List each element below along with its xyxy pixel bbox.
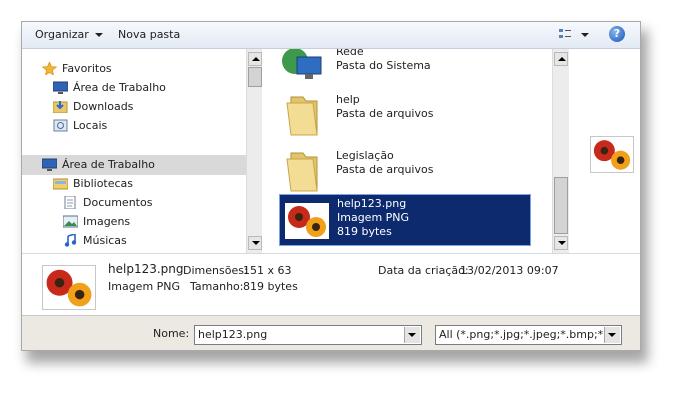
- organize-label: Organizar: [35, 28, 89, 41]
- new-folder-label: Nova pasta: [118, 28, 181, 41]
- file-name: help123.png: [337, 197, 407, 210]
- scroll-down-arrow-icon[interactable]: [554, 236, 568, 250]
- sidebar-item-label: Área de Trabalho: [62, 158, 155, 171]
- preview-pane: [574, 49, 640, 253]
- downloads-icon: [53, 101, 68, 113]
- details-thumbnail: [42, 265, 96, 310]
- view-menu-chevron-icon[interactable]: [581, 33, 589, 37]
- help-icon[interactable]: ?: [609, 26, 625, 42]
- filename-bar: Nome: help123.png All (*.png;*.jpg;*.jpe…: [22, 315, 640, 350]
- file-type: Pasta do Sistema: [336, 59, 431, 72]
- file-list-scrollbar[interactable]: [552, 49, 569, 253]
- list-item-network[interactable]: Rede Pasta do Sistema: [279, 49, 531, 85]
- list-item-help123-png[interactable]: help123.png Imagem PNG 819 bytes: [279, 194, 531, 246]
- sidebar-item-label: Favoritos: [62, 62, 112, 75]
- sidebar-item-label: Imagens: [83, 215, 131, 228]
- sidebar-item-label: Bibliotecas: [73, 177, 134, 190]
- file-type: Pasta de arquivos: [336, 107, 434, 120]
- flower-image: [593, 140, 631, 170]
- desktop-icon: [42, 158, 57, 171]
- network-icon: [282, 49, 322, 79]
- png-thumbnail: [285, 203, 329, 239]
- chevron-down-icon: [94, 33, 103, 37]
- toolbar: Organizar Nova pasta ?: [22, 22, 640, 49]
- scroll-up-arrow-icon[interactable]: [248, 52, 262, 66]
- file-type: Imagem PNG: [337, 211, 410, 224]
- size-label: Tamanho:: [190, 280, 244, 293]
- chevron-down-icon[interactable]: [604, 327, 620, 343]
- filename-value: help123.png: [198, 328, 268, 341]
- created-value: 13/02/2013 09:07: [460, 264, 559, 277]
- sidebar-item-label: Área de Trabalho: [73, 81, 166, 94]
- navigation-pane: Favoritos Área de Trabalho Downloads Loc…: [22, 49, 246, 253]
- scroll-down-arrow-icon[interactable]: [248, 236, 262, 250]
- scroll-thumb[interactable]: [554, 177, 568, 234]
- view-options-icon[interactable]: [558, 27, 572, 41]
- save-file-dialog: Organizar Nova pasta ? Favoritos Área de…: [21, 21, 641, 351]
- flower-image: [46, 269, 92, 307]
- created-label: Data da criação:: [378, 264, 469, 277]
- name-label: Nome:: [153, 327, 190, 340]
- dimensions-value: 151 x 63: [243, 264, 292, 277]
- recent-places-icon: [53, 119, 68, 132]
- folder-icon: [286, 152, 318, 192]
- libraries-icon: [53, 178, 68, 190]
- music-icon: [64, 234, 77, 247]
- folder-icon: [286, 96, 318, 136]
- file-name: Rede: [336, 49, 364, 58]
- scroll-thumb[interactable]: [248, 67, 262, 87]
- navigation-scrollbar[interactable]: [246, 49, 263, 253]
- organize-button[interactable]: Organizar: [35, 28, 103, 42]
- details-filename: help123.png: [108, 262, 184, 276]
- document-icon: [64, 196, 76, 209]
- details-pane: help123.png Imagem PNG Dimensões: 151 x …: [22, 253, 640, 316]
- sidebar-item-label: Downloads: [73, 100, 134, 113]
- file-size: 819 bytes: [337, 225, 392, 238]
- dimensions-label: Dimensões:: [183, 264, 248, 277]
- list-item-help-folder[interactable]: help Pasta de arquivos: [279, 89, 531, 139]
- file-name: Legislação: [336, 149, 394, 162]
- details-filetype: Imagem PNG: [108, 280, 181, 293]
- filter-value: All (*.png;*.jpg;*.jpeg;*.bmp;*.ti: [439, 328, 615, 341]
- scroll-up-arrow-icon[interactable]: [554, 52, 568, 66]
- desktop-icon: [53, 81, 68, 94]
- sidebar-item-label: Locais: [73, 119, 108, 132]
- list-item-legislacao-folder[interactable]: Legislação Pasta de arquivos: [279, 145, 531, 195]
- sidebar-item-label: Documentos: [83, 196, 153, 209]
- file-type: Pasta de arquivos: [336, 163, 434, 176]
- image-icon: [63, 215, 78, 228]
- file-name: help: [336, 93, 360, 106]
- chevron-down-icon[interactable]: [404, 327, 420, 343]
- new-folder-button[interactable]: Nova pasta: [118, 28, 180, 42]
- file-list: Rede Pasta do Sistema help Pasta de arqu…: [262, 49, 556, 253]
- filename-input[interactable]: help123.png: [194, 325, 422, 345]
- star-icon: [42, 62, 57, 75]
- sidebar-item-label: Músicas: [83, 234, 127, 247]
- file-type-filter[interactable]: All (*.png;*.jpg;*.jpeg;*.bmp;*.ti: [435, 325, 622, 345]
- size-value: 819 bytes: [243, 280, 298, 293]
- preview-thumbnail: [590, 136, 634, 173]
